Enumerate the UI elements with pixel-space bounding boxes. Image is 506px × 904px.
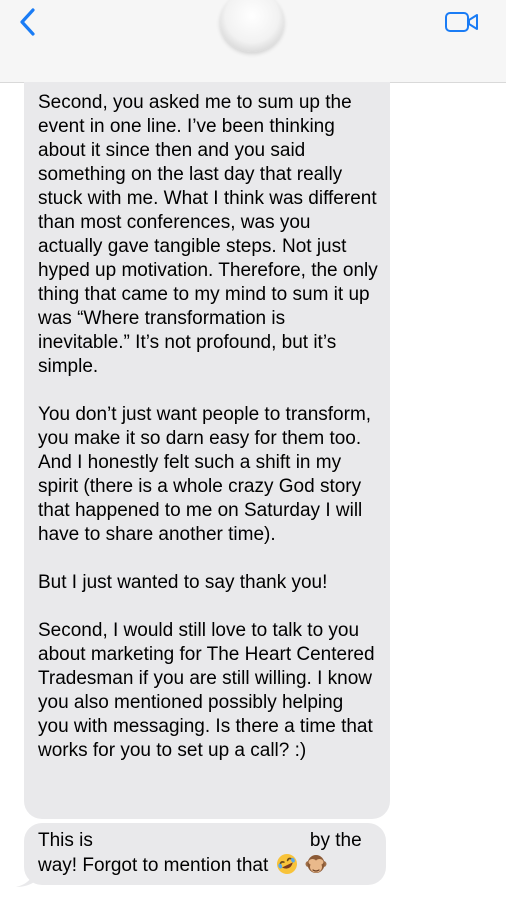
message-line: This is by the [38, 829, 376, 853]
received-message-bubble-last[interactable]: This is by the way! Forgot to mention tha… [24, 823, 386, 885]
message-paragraph: Second, you asked me to sum up the event… [38, 92, 378, 377]
message-paragraph: But I just wanted to say thank you! [38, 572, 328, 593]
video-camera-icon[interactable] [444, 10, 480, 34]
received-message-bubble[interactable]: Second, you asked me to sum up the event… [24, 82, 390, 819]
rolling-on-floor-laughing-emoji [276, 854, 297, 874]
bubble-tail [16, 870, 36, 887]
contact-avatar[interactable] [220, 0, 284, 52]
message-text: This is [38, 830, 93, 851]
conversation-header [0, 0, 506, 83]
chevron-left-icon[interactable] [14, 6, 42, 38]
message-paragraph: You don’t just want people to transform,… [38, 404, 372, 545]
message-line: way! Forgot to mention that [38, 853, 376, 878]
message-text: by the [309, 830, 362, 851]
message-thread[interactable]: Second, you asked me to sum up the event… [0, 82, 506, 904]
message-text: way! Forgot to mention that [38, 855, 269, 876]
message-paragraph: Second, I would still love to talk to yo… [38, 620, 375, 761]
see-no-evil-monkey-emoji [305, 855, 327, 873]
